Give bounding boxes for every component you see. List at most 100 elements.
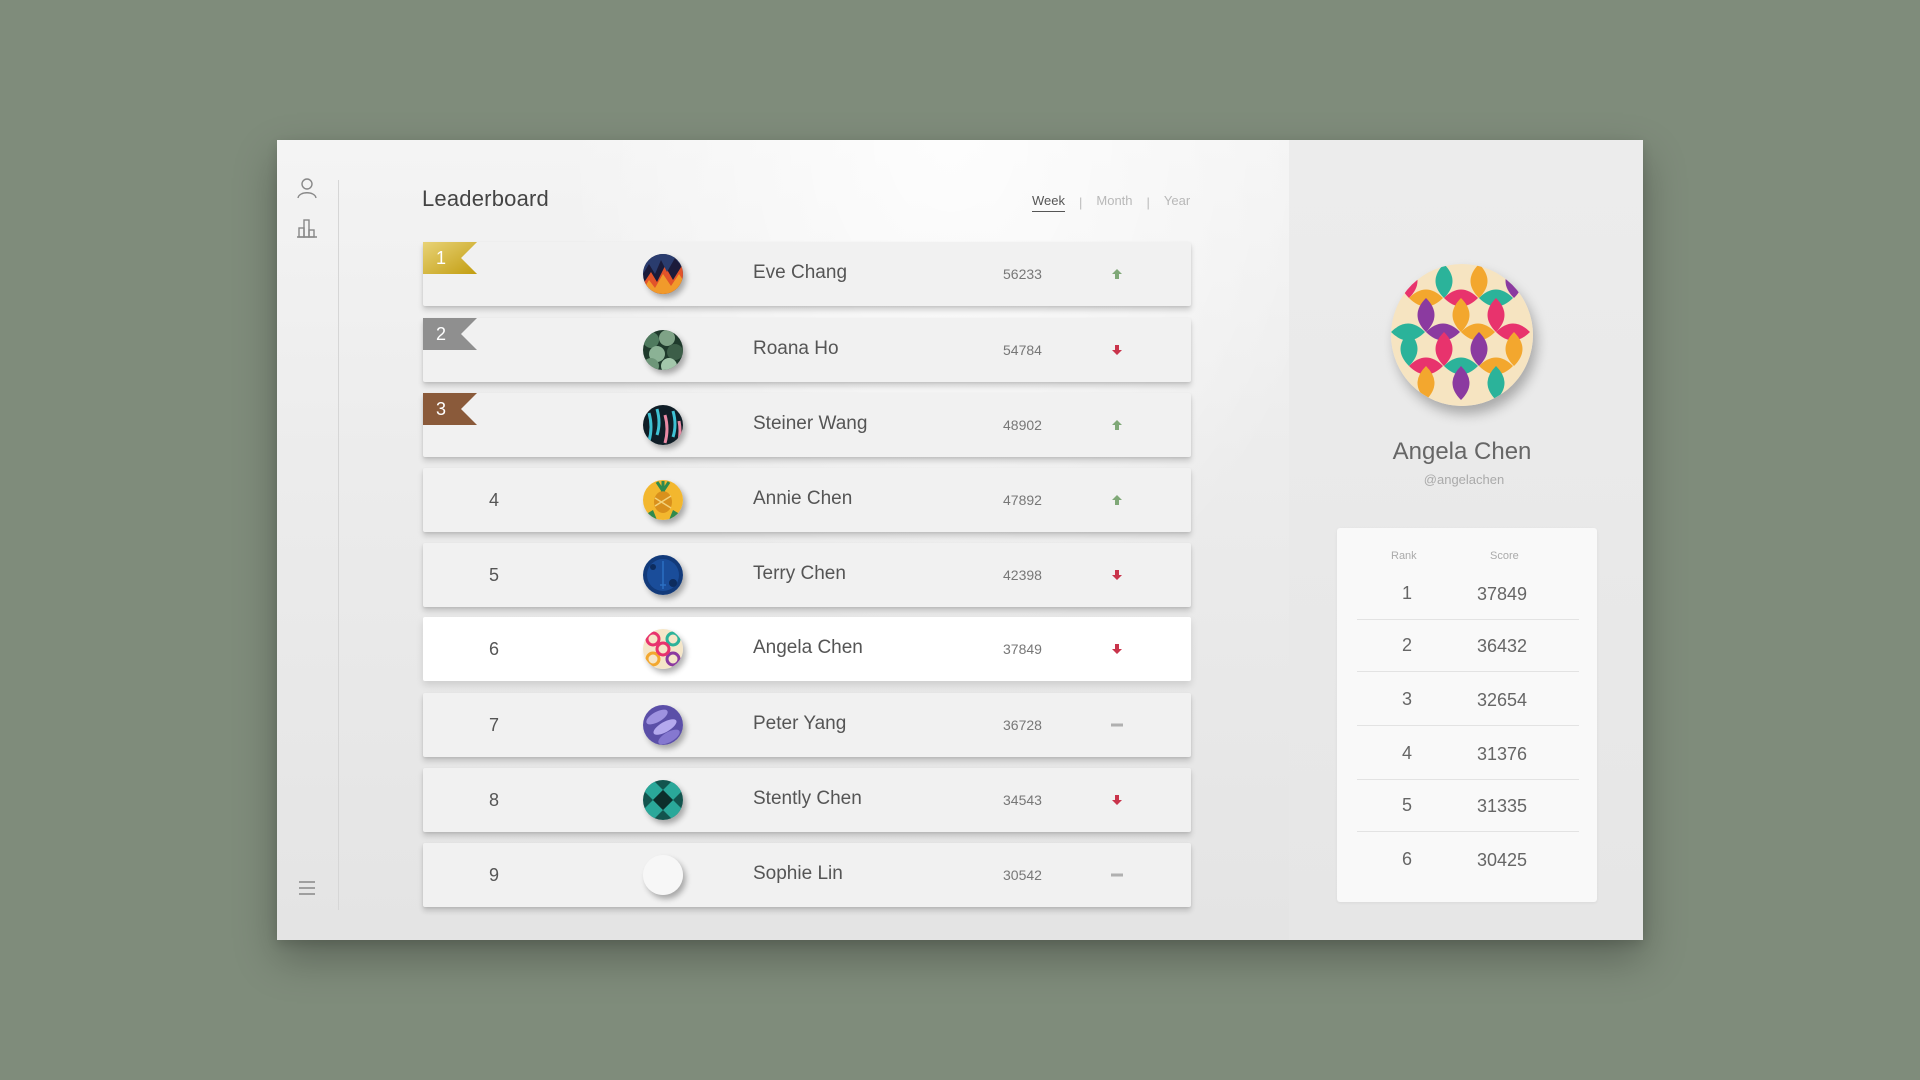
tab-year[interactable]: Year: [1164, 193, 1190, 211]
player-name: Sophie Lin: [753, 863, 843, 884]
rank-number: 6: [488, 639, 499, 659]
user-icon[interactable]: [295, 176, 319, 200]
tab-week[interactable]: Week: [1032, 193, 1065, 212]
history-rank: 4: [1401, 743, 1412, 763]
player-name: Roana Ho: [753, 338, 839, 359]
player-score: 54784: [1003, 342, 1042, 358]
silver-ribbon-badge: 2: [423, 318, 477, 350]
rank-number: 9: [488, 865, 499, 885]
rank-number: 5: [488, 565, 499, 585]
leaderboard-row[interactable]: 9 Sophie Lin 30542: [423, 843, 1191, 907]
profile-handle: @angelachen: [1423, 472, 1505, 487]
leaderboard-row[interactable]: 3 Steiner Wang 48902: [423, 393, 1191, 457]
rank-number: 3: [435, 399, 446, 419]
leaderboard-row-current-user[interactable]: 6 Angela Chen 37849: [423, 617, 1191, 681]
trend-down-icon: [1111, 569, 1123, 581]
trend-up-icon: [1111, 494, 1123, 506]
player-score: 37849: [1003, 641, 1042, 657]
tab-separator: |: [1146, 194, 1150, 210]
rank-cell: 5: [475, 559, 529, 591]
history-score: 31335: [1477, 796, 1528, 816]
leaderboard-row[interactable]: 1 Eve Chang 56233: [423, 242, 1191, 306]
history-rank: 3: [1401, 689, 1412, 709]
gold-ribbon-badge: 1: [423, 242, 477, 274]
avatar: [643, 780, 683, 820]
bronze-ribbon-badge: 3: [423, 393, 477, 425]
player-name: Eve Chang: [753, 262, 848, 283]
history-score: 37849: [1477, 584, 1528, 604]
bar-chart-icon[interactable]: [295, 216, 319, 240]
player-score: 36728: [1003, 717, 1042, 733]
history-score: 30425: [1477, 850, 1528, 870]
rank-number: 8: [488, 790, 499, 810]
avatar: [643, 254, 683, 294]
tab-month[interactable]: Month: [1096, 193, 1132, 211]
leaderboard-row[interactable]: 2 Roana Ho 54784: [423, 318, 1191, 382]
trend-same-icon: [1111, 869, 1123, 881]
player-name: Peter Yang: [753, 713, 847, 734]
player-score: 47892: [1003, 492, 1042, 508]
history-score: 32654: [1477, 690, 1528, 710]
sidebar-divider: [338, 180, 339, 910]
player-score: 56233: [1003, 266, 1042, 282]
period-tabs: Week | Month | Year: [1032, 192, 1190, 212]
avatar: [643, 629, 683, 669]
trend-down-icon: [1111, 643, 1123, 655]
player-score: 48902: [1003, 417, 1042, 433]
avatar-placeholder: [643, 855, 683, 895]
trend-down-icon: [1111, 794, 1123, 806]
avatar: [643, 330, 683, 370]
trend-same-icon: [1111, 719, 1123, 731]
leaderboard-row[interactable]: 8 Stently Chen 34543: [423, 768, 1191, 832]
avatar: [643, 705, 683, 745]
player-score: 42398: [1003, 567, 1042, 583]
history-row: 5 31335: [1357, 780, 1579, 832]
profile-avatar[interactable]: [1391, 264, 1533, 406]
history-rank: 6: [1401, 849, 1412, 869]
trend-up-icon: [1111, 268, 1123, 280]
player-name: Stently Chen: [753, 788, 862, 809]
history-header-rank: Rank: [1391, 550, 1417, 562]
history-score: 31376: [1477, 744, 1528, 764]
leaderboard-row[interactable]: 5 Terry Chen 42398: [423, 543, 1191, 607]
history-rank: 1: [1401, 583, 1412, 603]
rank-cell: 8: [475, 784, 529, 816]
rank-number: 7: [488, 715, 499, 735]
sidebar: [277, 140, 339, 940]
rank-cell: 4: [475, 484, 529, 516]
avatar: [643, 405, 683, 445]
history-row: 3 32654: [1357, 674, 1579, 726]
leaderboard-row[interactable]: 4 Annie Chen 47892: [423, 468, 1191, 532]
page-title: Leaderboard: [422, 186, 549, 211]
player-name: Terry Chen: [753, 563, 846, 584]
history-row: 1 37849: [1357, 568, 1579, 620]
player-name: Angela Chen: [753, 637, 863, 658]
history-rank: 2: [1401, 635, 1412, 655]
avatar: [643, 555, 683, 595]
menu-icon[interactable]: [295, 876, 319, 900]
player-name: Annie Chen: [753, 488, 853, 509]
rank-history-card: Rank Score 1 37849 2 36432 3 32654 4 313…: [1337, 528, 1597, 902]
rank-number: 1: [435, 248, 446, 268]
history-header-score: Score: [1490, 550, 1519, 562]
history-row: 2 36432: [1357, 620, 1579, 672]
app-window: Leaderboard Week | Month | Year 1 Eve Ch…: [277, 140, 1643, 940]
history-rank: 5: [1401, 795, 1412, 815]
player-score: 34543: [1003, 792, 1042, 808]
history-row: 4 31376: [1357, 728, 1579, 780]
trend-down-icon: [1111, 344, 1123, 356]
profile-name: Angela Chen: [1392, 438, 1532, 465]
rank-cell: 6: [475, 633, 529, 665]
rank-cell: 7: [475, 709, 529, 741]
player-name: Steiner Wang: [753, 413, 868, 434]
rank-cell: 9: [475, 859, 529, 891]
player-score: 30542: [1003, 867, 1042, 883]
trend-up-icon: [1111, 419, 1123, 431]
avatar: [643, 480, 683, 520]
rank-number: 2: [435, 324, 446, 344]
profile-panel: Angela Chen @angelachen Rank Score 1 378…: [1289, 140, 1643, 940]
history-score: 36432: [1477, 636, 1528, 656]
history-row: 6 30425: [1357, 834, 1579, 886]
leaderboard-row[interactable]: 7 Peter Yang 36728: [423, 693, 1191, 757]
rank-number: 4: [488, 490, 499, 510]
